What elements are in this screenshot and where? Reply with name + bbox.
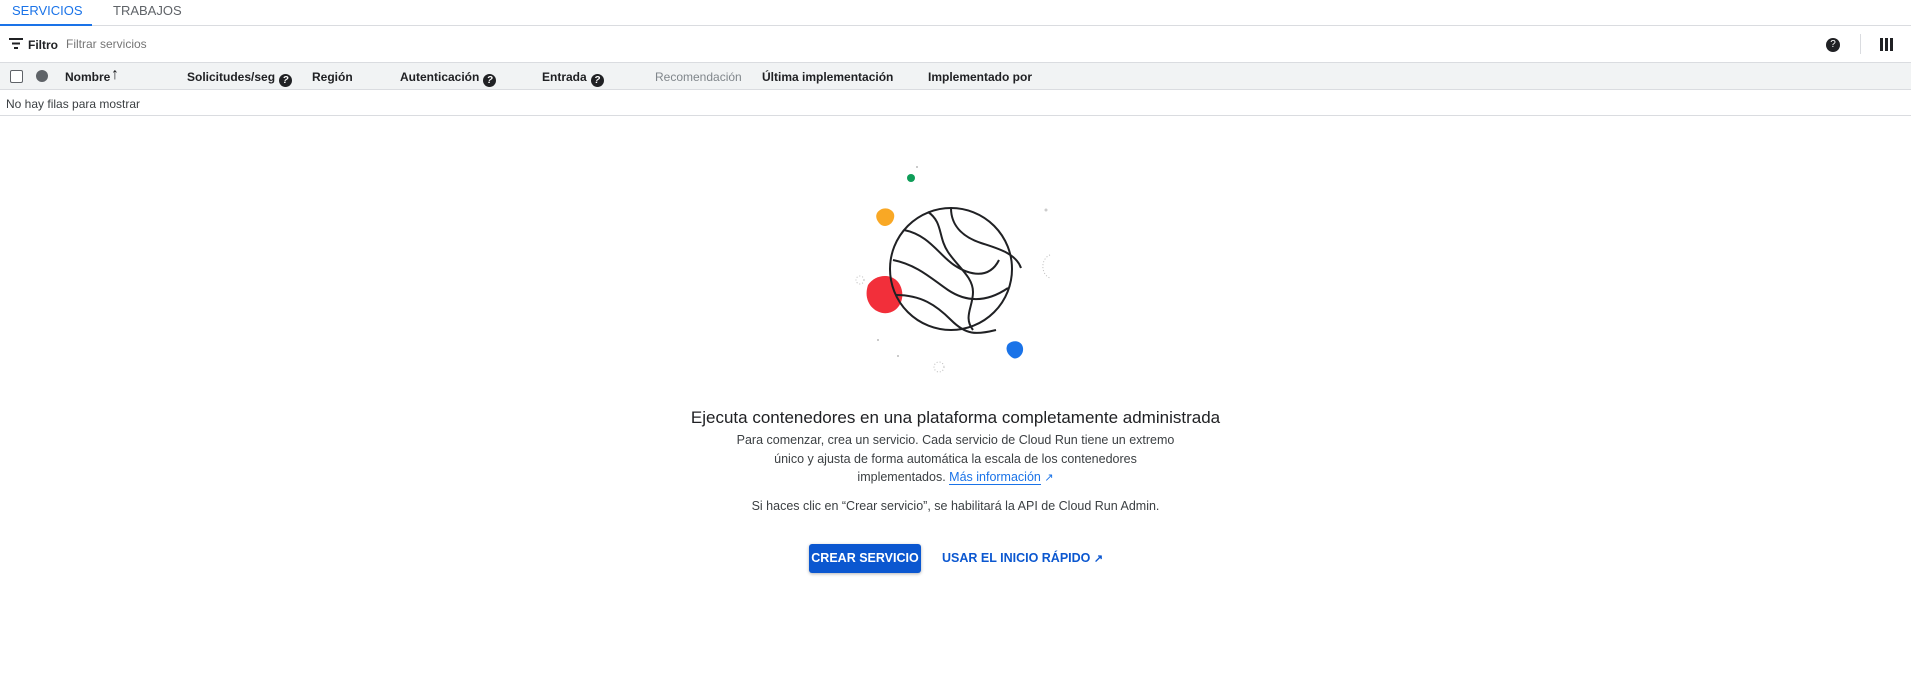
globe-icon bbox=[889, 207, 1022, 334]
help-icon[interactable]: ? bbox=[590, 74, 604, 87]
green-dot bbox=[907, 174, 915, 182]
column-region[interactable]: Región bbox=[312, 70, 353, 84]
column-ingress[interactable]: Entrada? bbox=[542, 70, 604, 87]
empty-table-message: No hay filas para mostrar bbox=[0, 90, 1911, 116]
description-line: implementados. bbox=[857, 470, 946, 484]
blue-blob bbox=[1006, 341, 1024, 359]
help-icon[interactable]: ? bbox=[279, 74, 293, 87]
quickstart-label: USAR EL INICIO RÁPIDO bbox=[942, 551, 1091, 565]
filter-bar: Filtro ? bbox=[0, 26, 1911, 63]
tab-servicios[interactable]: SERVICIOS bbox=[0, 3, 92, 26]
help-icon[interactable]: ? bbox=[483, 74, 497, 87]
globe-illustration bbox=[855, 166, 1051, 373]
tab-trabajos[interactable]: TRABAJOS bbox=[101, 3, 194, 26]
column-requests-label: Solicitudes/seg bbox=[187, 70, 276, 84]
select-all-checkbox[interactable] bbox=[10, 70, 23, 83]
api-enable-note: Si haces clic en “Crear servicio”, se ha… bbox=[751, 499, 1160, 513]
divider bbox=[1860, 34, 1861, 54]
table-header: Nombre ↑ Solicitudes/seg? Región Autenti… bbox=[0, 63, 1911, 90]
create-service-button[interactable]: CREAR SERVICIO bbox=[809, 544, 921, 573]
more-info-link[interactable]: Más información bbox=[949, 470, 1041, 485]
description-line: único y ajusta de forma automática la es… bbox=[774, 451, 1137, 466]
sort-ascending-icon[interactable]: ↑ bbox=[111, 66, 119, 84]
column-requests[interactable]: Solicitudes/seg? bbox=[187, 70, 293, 87]
empty-state-title: Ejecuta contenedores en una plataforma c… bbox=[690, 408, 1221, 427]
filter-icon bbox=[9, 38, 23, 49]
status-icon bbox=[36, 70, 48, 82]
column-name[interactable]: Nombre bbox=[65, 70, 110, 84]
external-link-icon: ↗ bbox=[1044, 472, 1054, 484]
column-recommendation: Recomendación bbox=[655, 70, 742, 84]
quickstart-button[interactable]: USAR EL INICIO RÁPIDO ↗ bbox=[942, 544, 1103, 573]
description-line: Para comenzar, crea un servicio. Cada se… bbox=[736, 433, 1175, 447]
filter-input[interactable] bbox=[66, 34, 466, 54]
column-last-deploy[interactable]: Última implementación bbox=[762, 70, 893, 84]
empty-state-description: Para comenzar, crea un servicio. Cada se… bbox=[0, 431, 1911, 488]
column-deployed-by[interactable]: Implementado por bbox=[928, 70, 1032, 84]
orange-blob bbox=[876, 208, 895, 226]
column-auth[interactable]: Autenticación? bbox=[400, 70, 497, 87]
columns-icon[interactable] bbox=[1880, 38, 1893, 51]
column-auth-label: Autenticación bbox=[400, 70, 480, 84]
tab-bar: SERVICIOS TRABAJOS bbox=[0, 0, 1911, 26]
help-icon[interactable]: ? bbox=[1826, 38, 1840, 52]
external-link-icon: ↗ bbox=[1093, 553, 1104, 565]
column-ingress-label: Entrada bbox=[542, 70, 587, 84]
filter-label[interactable]: Filtro bbox=[28, 38, 58, 52]
